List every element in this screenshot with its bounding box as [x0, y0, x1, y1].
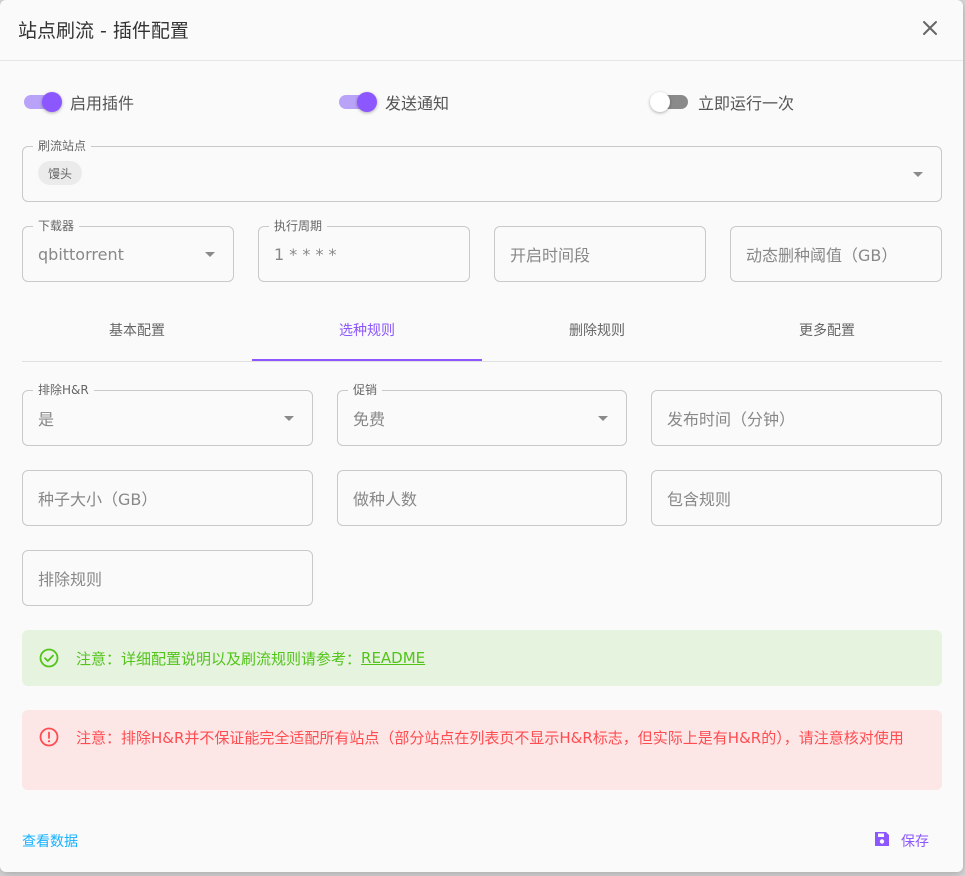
field-placeholder: 动态删种阈值（GB）: [746, 246, 898, 265]
info-alert-text: 注意：详细配置说明以及刷流规则请参考：: [76, 649, 362, 668]
alert-circle-icon: [39, 727, 59, 747]
plugin-config-dialog: 站点刷流 - 插件配置 启用插件 发送通知 立即运行一次 刷流站点 馒头 下载器…: [0, 0, 963, 872]
tab-more[interactable]: 更多配置: [712, 300, 942, 360]
dialog-header: 站点刷流 - 插件配置: [0, 0, 963, 61]
sites-select[interactable]: 刷流站点 馒头: [22, 139, 942, 202]
dialog-title: 站点刷流 - 插件配置: [18, 20, 189, 42]
tab-basic[interactable]: 基本配置: [22, 300, 252, 360]
size-input[interactable]: 种子大小（GB）: [22, 470, 313, 526]
site-chip[interactable]: 馒头: [38, 161, 83, 185]
seeders-input[interactable]: 做种人数: [337, 470, 627, 526]
field-placeholder: 排除规则: [38, 570, 103, 589]
save-label: 保存: [901, 834, 929, 850]
switch-control[interactable]: [650, 88, 690, 116]
enable-plugin-toggle[interactable]: 启用插件: [22, 88, 134, 116]
promotion-select[interactable]: 促销 免费: [337, 383, 627, 446]
field-value: 1 * * * *: [274, 244, 337, 264]
switch-control[interactable]: [337, 88, 377, 116]
switch-control[interactable]: [22, 88, 62, 116]
warning-alert: 注意：排除H&R并不保证能完全适配所有站点（部分站点在列表页不显示H&R标志，但…: [22, 710, 942, 790]
field-placeholder: 开启时间段: [510, 246, 591, 265]
field-placeholder: 种子大小（GB）: [38, 490, 158, 509]
time-range-input[interactable]: 开启时间段: [494, 226, 706, 282]
send-notify-toggle[interactable]: 发送通知: [337, 88, 449, 116]
view-data-button[interactable]: 查看数据: [22, 831, 78, 851]
switch-label: 发送通知: [385, 94, 450, 113]
info-alert: 注意：详细配置说明以及刷流规则请参考： README: [22, 630, 942, 686]
field-value: 是: [38, 410, 55, 429]
delete-threshold-input[interactable]: 动态删种阈值（GB）: [730, 226, 942, 282]
downloader-select[interactable]: 下载器 qbittorrent: [22, 219, 234, 282]
tab-delete-rules[interactable]: 删除规则: [482, 300, 712, 360]
field-label: 刷流站点: [33, 139, 92, 153]
config-tabs: 基本配置 选种规则 删除规则 更多配置: [22, 300, 942, 362]
warning-alert-text: 注意：排除H&R并不保证能完全适配所有站点（部分站点在列表页不显示H&R标志，但…: [76, 729, 904, 747]
tab-selection-rules[interactable]: 选种规则: [252, 300, 482, 361]
chevron-down-icon[interactable]: [205, 252, 215, 257]
switch-label: 立即运行一次: [698, 94, 795, 113]
close-icon[interactable]: [918, 16, 942, 40]
field-value: 免费: [353, 410, 386, 429]
run-once-toggle[interactable]: 立即运行一次: [650, 88, 794, 116]
switch-label: 启用插件: [70, 94, 135, 113]
check-circle-icon: [39, 648, 59, 668]
field-placeholder: 做种人数: [353, 490, 418, 509]
chevron-down-icon[interactable]: [913, 172, 923, 177]
include-rule-input[interactable]: 包含规则: [651, 470, 942, 526]
field-value: qbittorrent: [38, 244, 124, 264]
readme-link[interactable]: README: [361, 649, 425, 667]
chevron-down-icon[interactable]: [598, 416, 608, 421]
exclude-rule-input[interactable]: 排除规则: [22, 550, 313, 606]
field-placeholder: 包含规则: [667, 490, 732, 509]
chevron-down-icon[interactable]: [284, 416, 294, 421]
publish-time-input[interactable]: 发布时间（分钟）: [651, 390, 942, 446]
cron-input[interactable]: 执行周期 1 * * * *: [258, 219, 470, 282]
field-placeholder: 发布时间（分钟）: [667, 410, 796, 429]
save-icon: [864, 830, 901, 852]
save-button[interactable]: 保存: [864, 822, 942, 860]
exclude-hr-select[interactable]: 排除H&R 是: [22, 383, 313, 446]
